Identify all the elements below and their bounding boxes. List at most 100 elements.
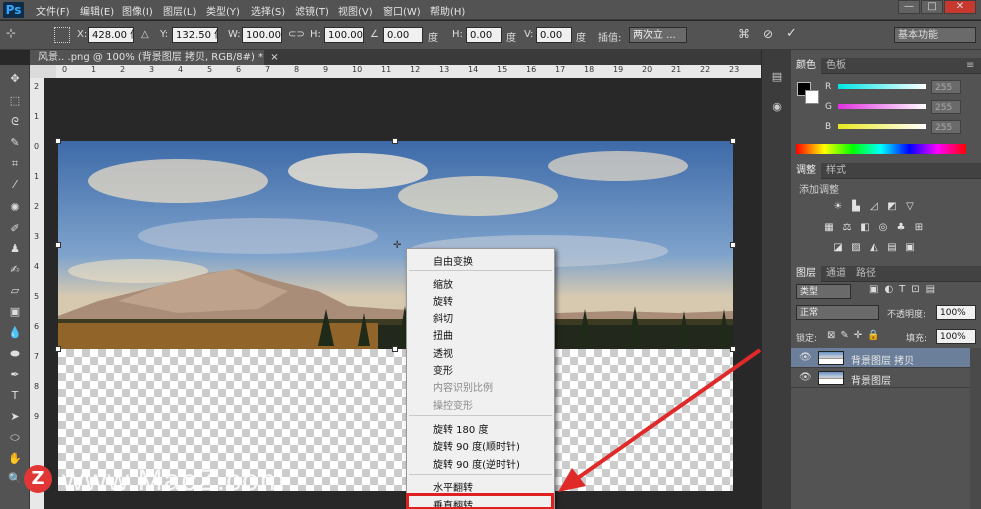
g-value[interactable]: 255 xyxy=(931,100,961,114)
posterize-icon[interactable]: ▨ xyxy=(849,242,863,254)
menu-distort[interactable]: 扭曲 xyxy=(433,327,453,342)
hand-tool-icon[interactable]: ✋ xyxy=(6,451,24,467)
angle-field[interactable]: 0.00 xyxy=(383,27,423,43)
crop-tool-icon[interactable]: ⌗ xyxy=(6,156,24,172)
r-value[interactable]: 255 xyxy=(931,80,961,94)
dodge-tool-icon[interactable]: ⬬ xyxy=(6,346,24,362)
hue-icon[interactable]: ▦ xyxy=(822,222,836,234)
layer-row-background-copy[interactable]: 👁 背景图层 拷贝 xyxy=(791,348,970,368)
transform-handle[interactable] xyxy=(55,346,61,352)
shape-tool-icon[interactable]: ⬭ xyxy=(6,430,24,446)
menu-window[interactable]: 窗口(W) xyxy=(383,3,421,18)
hskew-field[interactable]: 0.00 xyxy=(466,27,502,43)
menu-free-transform[interactable]: 自由变换 xyxy=(433,253,473,268)
menu-filter[interactable]: 滤镜(T) xyxy=(295,3,329,18)
menu-warp[interactable]: 变形 xyxy=(433,362,453,377)
invert-icon[interactable]: ◪ xyxy=(831,242,845,254)
stamp-tool-icon[interactable]: ♟ xyxy=(6,241,24,257)
opacity-field[interactable]: 100% xyxy=(936,305,976,320)
layer-filter-icons[interactable]: ▣◐T⊡▤ xyxy=(869,284,941,295)
y-field[interactable]: 132.50 像 xyxy=(172,27,218,43)
layer-row-background[interactable]: 👁 背景图层 xyxy=(791,368,970,388)
panel-menu-icon[interactable]: ≡ xyxy=(961,58,979,74)
threshold-icon[interactable]: ◭ xyxy=(867,242,881,254)
vibrance-icon[interactable]: ▽ xyxy=(903,201,917,213)
cancel-transform-icon[interactable]: ⊘ xyxy=(763,27,773,41)
transform-handle[interactable] xyxy=(730,242,736,248)
tab-close-icon[interactable]: × xyxy=(270,52,278,63)
transform-handle[interactable] xyxy=(392,346,398,352)
menu-view[interactable]: 视图(V) xyxy=(338,3,373,18)
close-button[interactable]: ✕ xyxy=(944,0,976,14)
gradient-map-icon[interactable]: ▤ xyxy=(885,242,899,254)
r-slider[interactable] xyxy=(838,84,926,89)
eraser-tool-icon[interactable]: ▱ xyxy=(6,283,24,299)
minimize-button[interactable]: — xyxy=(898,0,920,14)
selective-color-icon[interactable]: ▣ xyxy=(903,242,917,254)
healing-tool-icon[interactable]: ✺ xyxy=(6,200,24,216)
background-color-swatch[interactable] xyxy=(805,90,819,104)
fill-field[interactable]: 100% xyxy=(936,329,976,344)
x-field[interactable]: 428.00 像 xyxy=(88,27,134,43)
transform-handle[interactable] xyxy=(730,346,736,352)
color-spectrum[interactable] xyxy=(796,144,966,154)
tab-swatches[interactable]: 色板 xyxy=(821,58,851,74)
menu-perspective[interactable]: 透视 xyxy=(433,345,453,360)
lasso-tool-icon[interactable]: ᘓ xyxy=(6,114,24,130)
quick-select-tool-icon[interactable]: ✎ xyxy=(6,135,24,151)
b-slider[interactable] xyxy=(838,124,926,129)
transform-handle[interactable] xyxy=(55,138,61,144)
layers-scrollbar[interactable] xyxy=(970,348,981,509)
commit-transform-icon[interactable]: ✓ xyxy=(786,26,797,41)
menu-scale[interactable]: 缩放 xyxy=(433,276,453,291)
tab-color[interactable]: 颜色 xyxy=(791,58,821,74)
tab-channels[interactable]: 通道 xyxy=(821,266,851,282)
menu-help[interactable]: 帮助(H) xyxy=(430,3,465,18)
menu-rotate-180[interactable]: 旋转 180 度 xyxy=(433,421,488,436)
channel-mixer-icon[interactable]: ♣ xyxy=(894,222,908,234)
transform-handle[interactable] xyxy=(55,242,61,248)
blur-tool-icon[interactable]: 💧 xyxy=(6,325,24,341)
menu-select[interactable]: 选择(S) xyxy=(251,3,285,18)
exposure-icon[interactable]: ◩ xyxy=(885,201,899,213)
levels-icon[interactable]: ▙ xyxy=(849,201,863,213)
path-select-icon[interactable]: ➤ xyxy=(6,409,24,425)
maximize-button[interactable]: □ xyxy=(921,0,943,14)
menu-file[interactable]: 文件(F) xyxy=(36,3,70,18)
lock-icons[interactable]: ⊠✎✛🔒 xyxy=(827,330,885,341)
menu-edit[interactable]: 编辑(E) xyxy=(80,3,114,18)
visibility-eye-icon[interactable]: 👁 xyxy=(799,352,812,363)
transform-handle[interactable] xyxy=(392,138,398,144)
blend-mode-select[interactable]: 正常 xyxy=(796,305,879,320)
transform-center-icon[interactable]: ✛ xyxy=(393,240,401,251)
menu-rotate-90-ccw[interactable]: 旋转 90 度(逆时针) xyxy=(433,456,520,471)
photo-filter-icon[interactable]: ◎ xyxy=(876,222,890,234)
tab-adjustments[interactable]: 调整 xyxy=(791,163,821,179)
tab-styles[interactable]: 样式 xyxy=(821,163,851,179)
black-white-icon[interactable]: ◧ xyxy=(858,222,872,234)
history-brush-icon[interactable]: ✍ xyxy=(6,262,24,278)
w-field[interactable]: 100.00% xyxy=(242,27,282,43)
visibility-eye-icon[interactable]: 👁 xyxy=(799,372,812,383)
interp-select[interactable]: 两次立 ... xyxy=(629,27,687,43)
menu-rotate-90-cw[interactable]: 旋转 90 度(顺时针) xyxy=(433,438,520,453)
menu-image[interactable]: 图像(I) xyxy=(122,3,153,18)
workspace-select[interactable]: 基本功能 xyxy=(894,27,976,43)
curves-icon[interactable]: ◿ xyxy=(867,201,881,213)
h-field[interactable]: 100.00% xyxy=(324,27,364,43)
type-tool-icon[interactable]: T xyxy=(6,388,24,404)
menu-layer[interactable]: 图层(L) xyxy=(163,3,196,18)
transform-handle[interactable] xyxy=(730,138,736,144)
menu-flip-horizontal[interactable]: 水平翻转 xyxy=(433,479,473,494)
g-slider[interactable] xyxy=(838,104,926,109)
layer-filter-select[interactable]: 类型 xyxy=(796,284,851,299)
history-panel-icon[interactable]: ▤ xyxy=(769,70,785,84)
menu-skew[interactable]: 斜切 xyxy=(433,310,453,325)
color-lookup-icon[interactable]: ⊞ xyxy=(912,222,926,234)
gradient-tool-icon[interactable]: ▣ xyxy=(6,304,24,320)
menu-rotate[interactable]: 旋转 xyxy=(433,293,453,308)
document-tab[interactable]: 风景.. .png @ 100% (背景图层 拷贝, RGB/8#) * × xyxy=(30,50,279,65)
link-icon[interactable]: ⊂⊃ xyxy=(288,29,305,40)
brush-tool-icon[interactable]: ✐ xyxy=(6,221,24,237)
vskew-field[interactable]: 0.00 xyxy=(536,27,572,43)
